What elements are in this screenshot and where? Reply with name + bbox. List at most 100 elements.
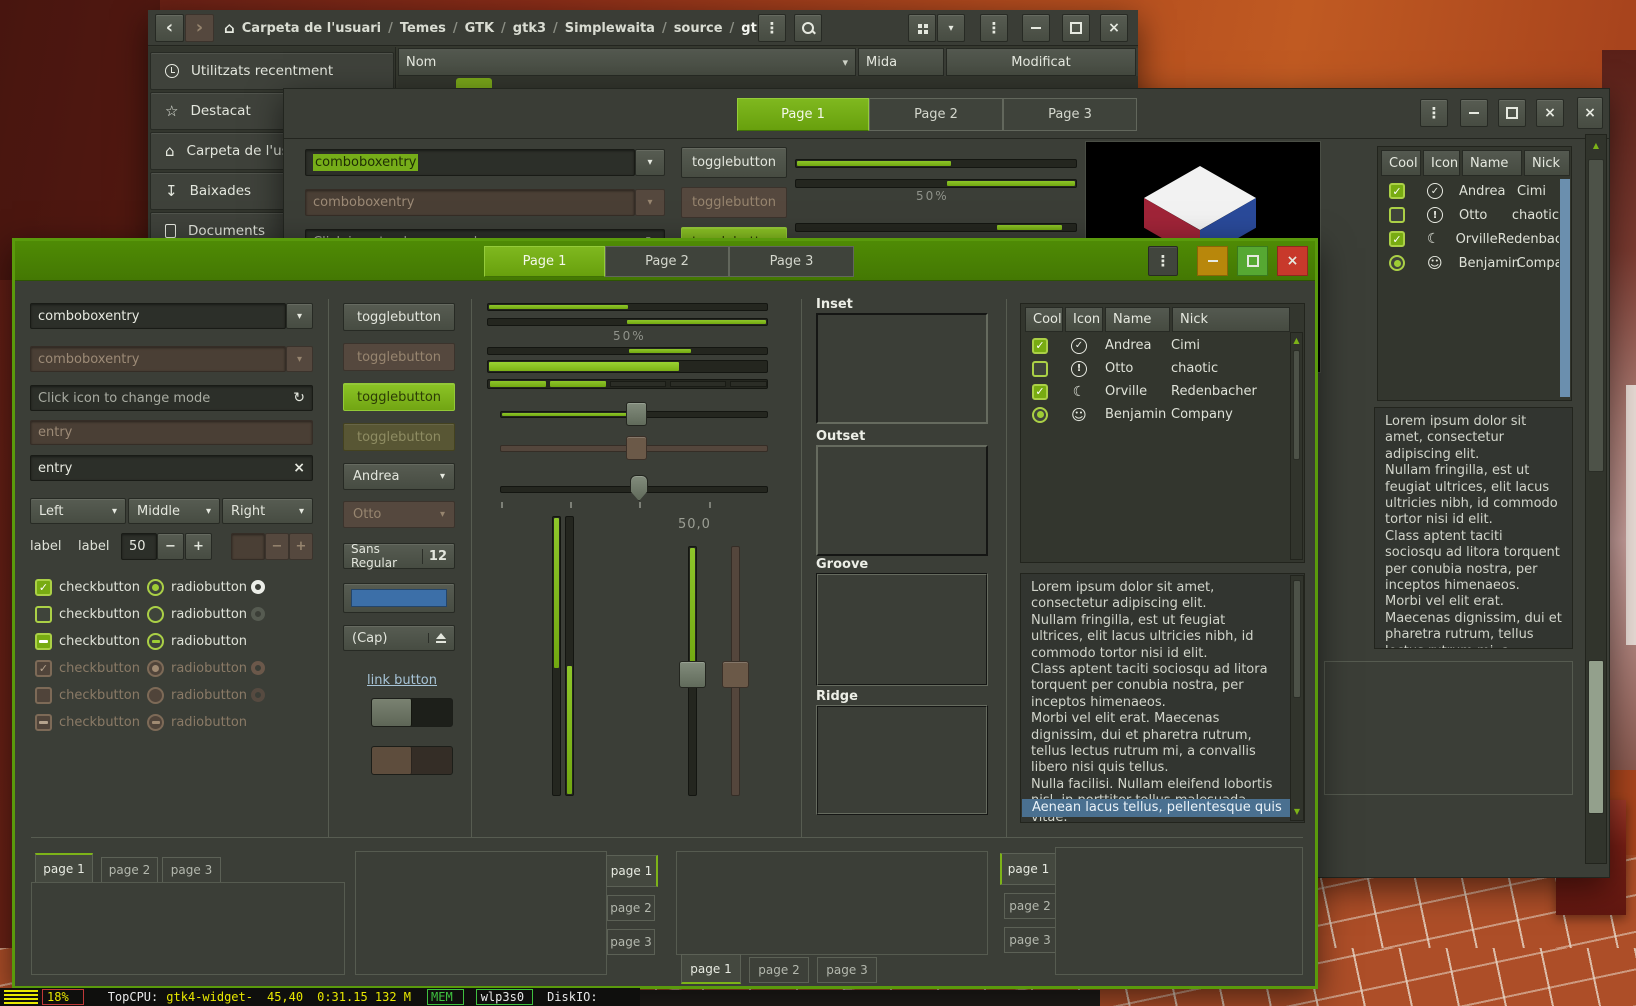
scrollbar-thumb[interactable]	[1293, 350, 1300, 460]
vscale-handle[interactable]	[679, 661, 706, 688]
file-chooser-button[interactable]: (Cap)	[343, 625, 455, 651]
tab-page1[interactable]: Page 1	[737, 98, 869, 131]
notebook2-tab-page3[interactable]: page 3	[607, 929, 655, 955]
minimize-button[interactable]	[1460, 99, 1488, 127]
back-button[interactable]	[155, 14, 184, 42]
checkbutton-indeterminate[interactable]	[35, 633, 52, 650]
clear-icon[interactable]	[293, 460, 305, 476]
tree-scrollbar[interactable]	[1290, 332, 1303, 560]
textview[interactable]: Lorem ipsum dolor sit amet, consectetur …	[1020, 573, 1305, 823]
hscale-marks-handle[interactable]	[630, 475, 648, 501]
comboboxentry-input[interactable]: comboboxentry	[30, 303, 286, 329]
textview[interactable]: Lorem ipsum dolor sit amet, consectetur …	[1374, 407, 1573, 649]
combo-left[interactable]: Left	[30, 498, 126, 524]
hamburger-kebab-button[interactable]	[980, 14, 1008, 42]
tree-column-icon[interactable]: Icon	[1065, 307, 1103, 332]
close-button[interactable]	[1100, 14, 1128, 42]
breadcrumb-segment[interactable]: gtk3	[513, 21, 546, 36]
table-row[interactable]: BenjaminCompany	[1025, 403, 1290, 426]
table-row[interactable]: ✓AndreaCimi	[1025, 334, 1290, 357]
combo-middle[interactable]: Middle	[128, 498, 220, 524]
breadcrumb-segment[interactable]: Temes	[400, 21, 446, 36]
column-header-name[interactable]: Nom	[398, 48, 856, 76]
scroll-down-button[interactable]	[1291, 804, 1303, 818]
row-checkbox-checked[interactable]	[1032, 338, 1048, 354]
spin-plus-button[interactable]: +	[185, 533, 212, 560]
row-checkbox-checked[interactable]	[1389, 231, 1405, 247]
radiobutton-indeterminate[interactable]	[147, 633, 164, 650]
hscale-handle[interactable]	[626, 402, 647, 426]
notebook4-tab-page3[interactable]: page 3	[1004, 927, 1056, 953]
sidebar-item-recent[interactable]: Utilitzats recentment	[150, 52, 394, 90]
combo-person[interactable]: Andrea	[343, 463, 455, 490]
radio-indicator-on[interactable]	[251, 580, 265, 594]
column-header-size[interactable]: Mida	[858, 48, 944, 76]
table-row[interactable]: OrvilleRedenbacher	[1025, 380, 1290, 403]
tree-column-name[interactable]: Name	[1105, 307, 1170, 332]
row-checkbox-checked[interactable]	[1389, 183, 1405, 199]
tab-page3[interactable]: Page 3	[1003, 98, 1137, 131]
notebook1-tab-page2[interactable]: page 2	[101, 857, 158, 883]
tree-column-name[interactable]: Name	[1462, 150, 1522, 176]
spin-minus-button[interactable]: −	[157, 533, 184, 560]
breadcrumb-segment[interactable]: Simplewaita	[565, 21, 655, 36]
scroll-up-button[interactable]	[1291, 333, 1302, 347]
menu-lines-icon[interactable]	[4, 990, 38, 1004]
tree-column-icon[interactable]: Icon	[1423, 150, 1460, 176]
window-scrollbar[interactable]	[1585, 134, 1607, 864]
radiobutton-selected[interactable]	[147, 579, 164, 596]
combo-right[interactable]: Right	[222, 498, 313, 524]
tree-column-nick[interactable]: Nick	[1172, 307, 1290, 332]
breadcrumb-segment[interactable]: GTK	[465, 21, 494, 36]
maximize-button[interactable]	[1062, 14, 1090, 42]
togglebutton[interactable]: togglebutton	[681, 147, 787, 178]
maximize-button[interactable]	[1237, 246, 1268, 276]
view-dropdown-button[interactable]	[937, 14, 965, 42]
tree-column-nick[interactable]: Nick	[1524, 150, 1570, 176]
treeview[interactable]: Cool Icon Name Nick ✓AndreaCimi !Ottocha…	[1377, 146, 1572, 401]
forward-button[interactable]	[185, 14, 214, 42]
togglebutton-active[interactable]: togglebutton	[343, 383, 455, 411]
radiobutton-unselected[interactable]	[147, 606, 164, 623]
minimize-button[interactable]	[1197, 246, 1228, 276]
close-button[interactable]	[1277, 246, 1308, 276]
notebook2-tab-page1[interactable]: page 1	[606, 855, 658, 887]
radio-indicator-dim[interactable]	[251, 607, 265, 621]
maximize-button[interactable]	[1498, 99, 1526, 127]
folder-icon[interactable]	[456, 78, 492, 88]
row-checkbox-checked[interactable]	[1032, 384, 1048, 400]
table-row[interactable]: !Ottochaotic	[1381, 203, 1559, 227]
tab-page2[interactable]: Page 2	[605, 246, 729, 277]
mode-entry[interactable]: Click icon to change mode	[30, 385, 313, 411]
refresh-icon[interactable]	[293, 390, 305, 406]
view-grid-button[interactable]	[908, 14, 936, 42]
scrollbar-thumb-lower[interactable]	[1588, 660, 1604, 814]
comboboxentry-arrow-button[interactable]	[635, 149, 665, 176]
table-row[interactable]: OrvilleRedenbacher	[1381, 227, 1559, 251]
row-checkbox-unchecked[interactable]	[1389, 207, 1405, 223]
entry[interactable]: entry	[30, 455, 313, 481]
tab-page3[interactable]: Page 3	[729, 246, 854, 277]
font-button[interactable]: Sans Regular12	[343, 543, 455, 569]
column-header-modified[interactable]: Modificat	[946, 48, 1136, 76]
breadcrumb[interactable]: Carpeta de l'usuari/ Temes/ GTK/ gtk3/ S…	[224, 16, 775, 40]
notebook3-tab-page3[interactable]: page 3	[817, 957, 877, 983]
notebook1-tab-page1[interactable]: page 1	[35, 853, 93, 883]
tab-page2[interactable]: Page 2	[869, 98, 1003, 131]
checkbutton-checked[interactable]	[35, 579, 52, 596]
detached-close-tab[interactable]	[1577, 97, 1603, 129]
comboboxentry-arrow-button[interactable]	[286, 303, 313, 329]
table-row[interactable]: !Ottochaotic	[1025, 357, 1290, 380]
togglebutton[interactable]: togglebutton	[343, 303, 455, 331]
row-radio-selected[interactable]	[1032, 407, 1048, 423]
color-button[interactable]	[343, 583, 455, 613]
scroll-up-button[interactable]	[1586, 135, 1606, 155]
menu-kebab-button[interactable]	[1420, 99, 1448, 127]
tree-column-cool[interactable]: Cool	[1381, 150, 1421, 176]
scrollbar-thumb[interactable]	[1588, 159, 1604, 472]
tab-page1[interactable]: Page 1	[484, 246, 605, 277]
tree-column-cool[interactable]: Cool	[1025, 307, 1063, 332]
breadcrumb-segment[interactable]: Carpeta de l'usuari	[242, 21, 381, 36]
comboboxentry-input[interactable]: comboboxentry	[305, 149, 635, 176]
text-scrollbar[interactable]	[1290, 575, 1304, 821]
